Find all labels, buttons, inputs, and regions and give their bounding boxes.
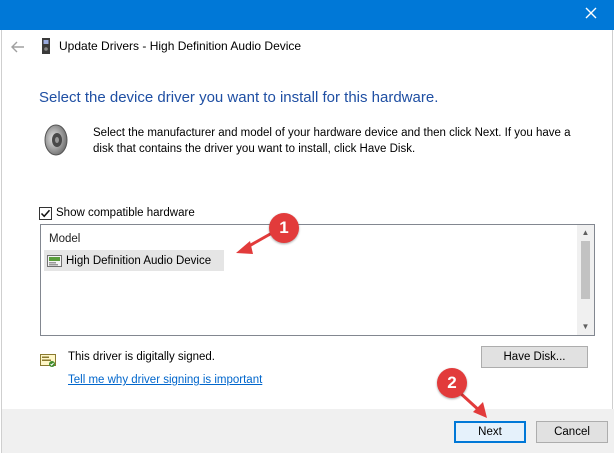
driver-signing-link[interactable]: Tell me why driver signing is important	[68, 374, 262, 386]
title-bar	[0, 0, 614, 30]
page-heading: Select the device driver you want to ins…	[39, 89, 439, 106]
scroll-down-icon[interactable]: ▼	[577, 319, 594, 335]
speaker-icon	[42, 123, 72, 157]
list-item[interactable]: High Definition Audio Device	[44, 250, 224, 271]
window-title: Update Drivers - High Definition Audio D…	[59, 39, 302, 53]
scroll-up-icon[interactable]: ▲	[577, 225, 594, 241]
annotation-badge-2: 2	[437, 368, 467, 398]
compatible-hardware-option[interactable]: Show compatible hardware	[39, 205, 195, 221]
compatible-hardware-checkbox[interactable]	[39, 206, 52, 220]
signed-status-text: This driver is digitally signed.	[68, 351, 216, 363]
instruction-text: Select the manufacturer and model of you…	[93, 127, 571, 155]
update-drivers-window: Update Drivers - High Definition Audio D…	[1, 30, 614, 453]
have-disk-button[interactable]: Have Disk...	[481, 346, 588, 368]
compatible-hardware-label: Show compatible hardware	[56, 207, 195, 219]
model-column-header: Model	[49, 233, 81, 245]
back-arrow-icon[interactable]	[10, 39, 26, 55]
next-button[interactable]: Next	[454, 421, 526, 443]
model-item-label: High Definition Audio Device	[66, 254, 212, 267]
annotation-badge-1: 1	[269, 213, 299, 243]
scroll-thumb[interactable]	[581, 241, 590, 299]
list-scrollbar[interactable]: ▲ ▼	[577, 225, 594, 335]
device-icon	[41, 37, 51, 55]
nav-bar: Update Drivers - High Definition Audio D…	[2, 30, 614, 64]
cancel-button[interactable]: Cancel	[536, 421, 608, 443]
close-icon[interactable]	[582, 4, 600, 22]
signed-driver-icon	[40, 353, 56, 369]
model-listbox[interactable]: Model High Definition Audio Device ▲ ▼	[40, 224, 595, 336]
driver-icon	[47, 254, 62, 267]
